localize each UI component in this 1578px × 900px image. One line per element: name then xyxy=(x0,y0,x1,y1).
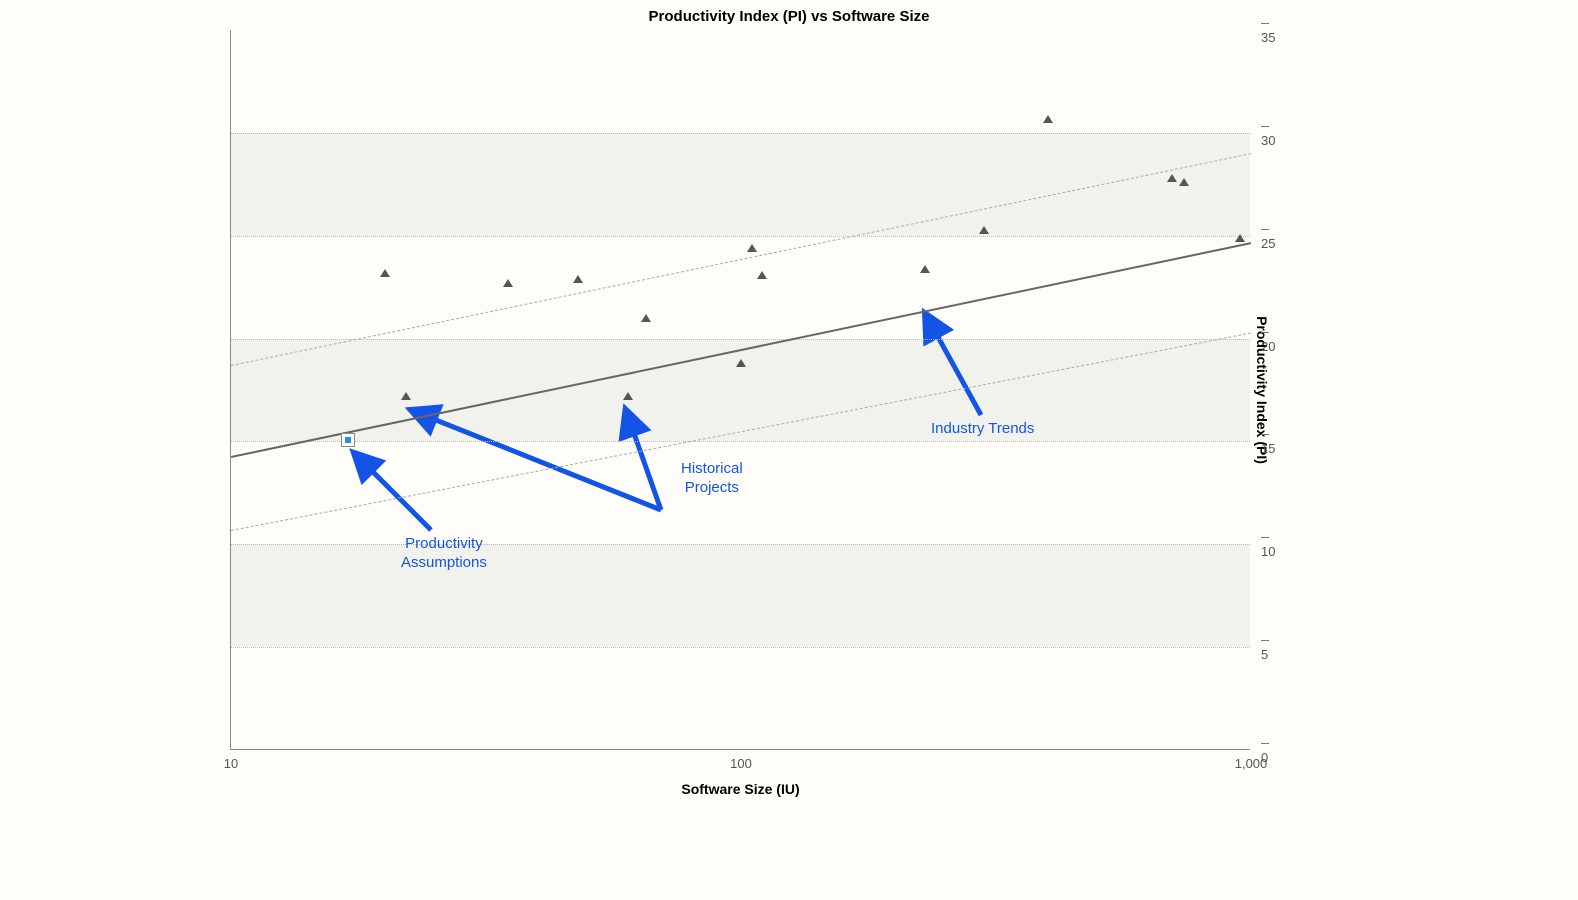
chart-title: Productivity Index (PI) vs Software Size xyxy=(0,8,1578,25)
annotation-historical-projects: HistoricalProjects xyxy=(681,460,743,498)
gridline xyxy=(231,236,1250,237)
square-icon xyxy=(345,437,351,443)
data-point-historical xyxy=(380,269,390,277)
y-tick: 10 xyxy=(1261,529,1275,559)
data-point-historical xyxy=(736,359,746,367)
data-point-historical xyxy=(573,275,583,283)
annotation-industry-trends: Industry Trends xyxy=(931,420,1034,439)
data-point-historical xyxy=(757,271,767,279)
y-tick: 30 xyxy=(1261,118,1275,148)
data-point-historical xyxy=(1179,178,1189,186)
data-point-historical xyxy=(623,392,633,400)
y-tick: 35 xyxy=(1261,15,1275,45)
x-tick: 100 xyxy=(730,756,752,771)
x-tick: 1,000 xyxy=(1235,756,1268,771)
y-tick: 5 xyxy=(1261,632,1273,662)
data-point-historical xyxy=(1167,174,1177,182)
plot-area: Software Size (IU) Productivity Index (P… xyxy=(230,30,1250,750)
x-axis-label: Software Size (IU) xyxy=(231,781,1250,797)
data-point-historical xyxy=(1043,115,1053,123)
data-point-historical xyxy=(979,226,989,234)
annotation-productivity-assumptions: ProductivityAssumptions xyxy=(401,535,487,573)
data-point-historical xyxy=(1235,234,1245,242)
gridline xyxy=(231,339,1250,340)
data-point-historical xyxy=(920,265,930,273)
gridline xyxy=(231,441,1250,442)
grid-band xyxy=(231,339,1250,442)
grid-band xyxy=(231,544,1250,647)
data-point-historical xyxy=(401,392,411,400)
chart-container: Productivity Index (PI) vs Software Size… xyxy=(0,0,1578,900)
x-tick: 10 xyxy=(224,756,238,771)
data-point-assumption xyxy=(341,433,355,447)
gridline xyxy=(231,133,1250,134)
data-point-historical xyxy=(747,244,757,252)
y-tick: 15 xyxy=(1261,426,1275,456)
data-point-historical xyxy=(503,279,513,287)
gridline xyxy=(231,544,1250,545)
data-point-historical xyxy=(641,314,651,322)
y-tick: 25 xyxy=(1261,221,1275,251)
y-tick: 20 xyxy=(1261,324,1275,354)
gridline xyxy=(231,647,1250,648)
